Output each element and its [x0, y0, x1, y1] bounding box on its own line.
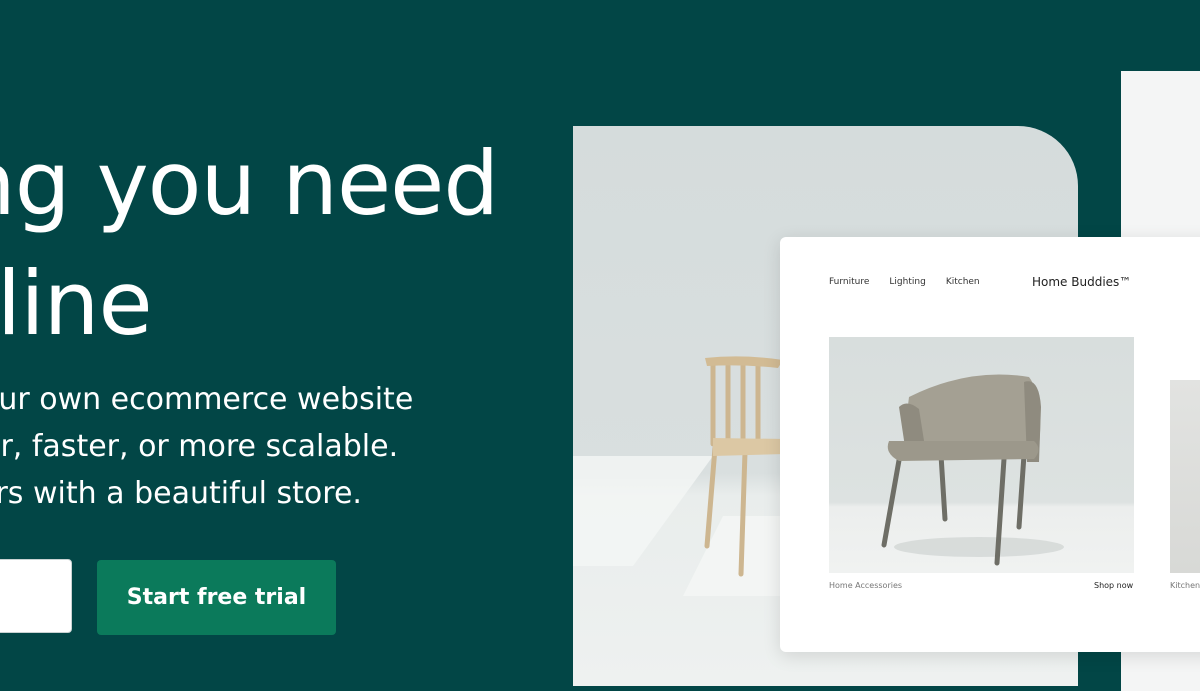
store-nav: Furniture Lighting Kitchen [829, 277, 980, 287]
second-product-label: Kitchen [1170, 581, 1200, 590]
hero-subtext-line-3: ners with a beautiful store. [0, 476, 362, 511]
start-free-trial-button[interactable]: Start free trial [97, 560, 336, 635]
hero-subtext: our own ecommerce website er, faster, or… [0, 376, 413, 517]
second-product-image [1170, 380, 1200, 573]
shop-now-link[interactable]: Shop now [1094, 581, 1133, 590]
hero-subtext-line-1: our own ecommerce website [0, 382, 414, 417]
store-nav-item-lighting[interactable]: Lighting [889, 277, 925, 287]
hero-headline: ng you need nline [0, 124, 499, 364]
product-category-label: Home Accessories [829, 581, 903, 590]
hero-headline-line-1: ng you need [0, 132, 499, 235]
store-preview-card: Furniture Lighting Kitchen Home Buddies™ [780, 237, 1200, 652]
store-nav-item-furniture[interactable]: Furniture [829, 277, 869, 287]
product-image [829, 337, 1134, 573]
upholstered-chair-image [829, 337, 1134, 573]
email-input[interactable] [0, 559, 72, 633]
store-brand-name: Home Buddies™ [1032, 275, 1132, 289]
hero-subtext-line-2: er, faster, or more scalable. [0, 429, 399, 464]
store-nav-item-kitchen[interactable]: Kitchen [946, 277, 980, 287]
hero-headline-line-2: nline [0, 252, 153, 355]
